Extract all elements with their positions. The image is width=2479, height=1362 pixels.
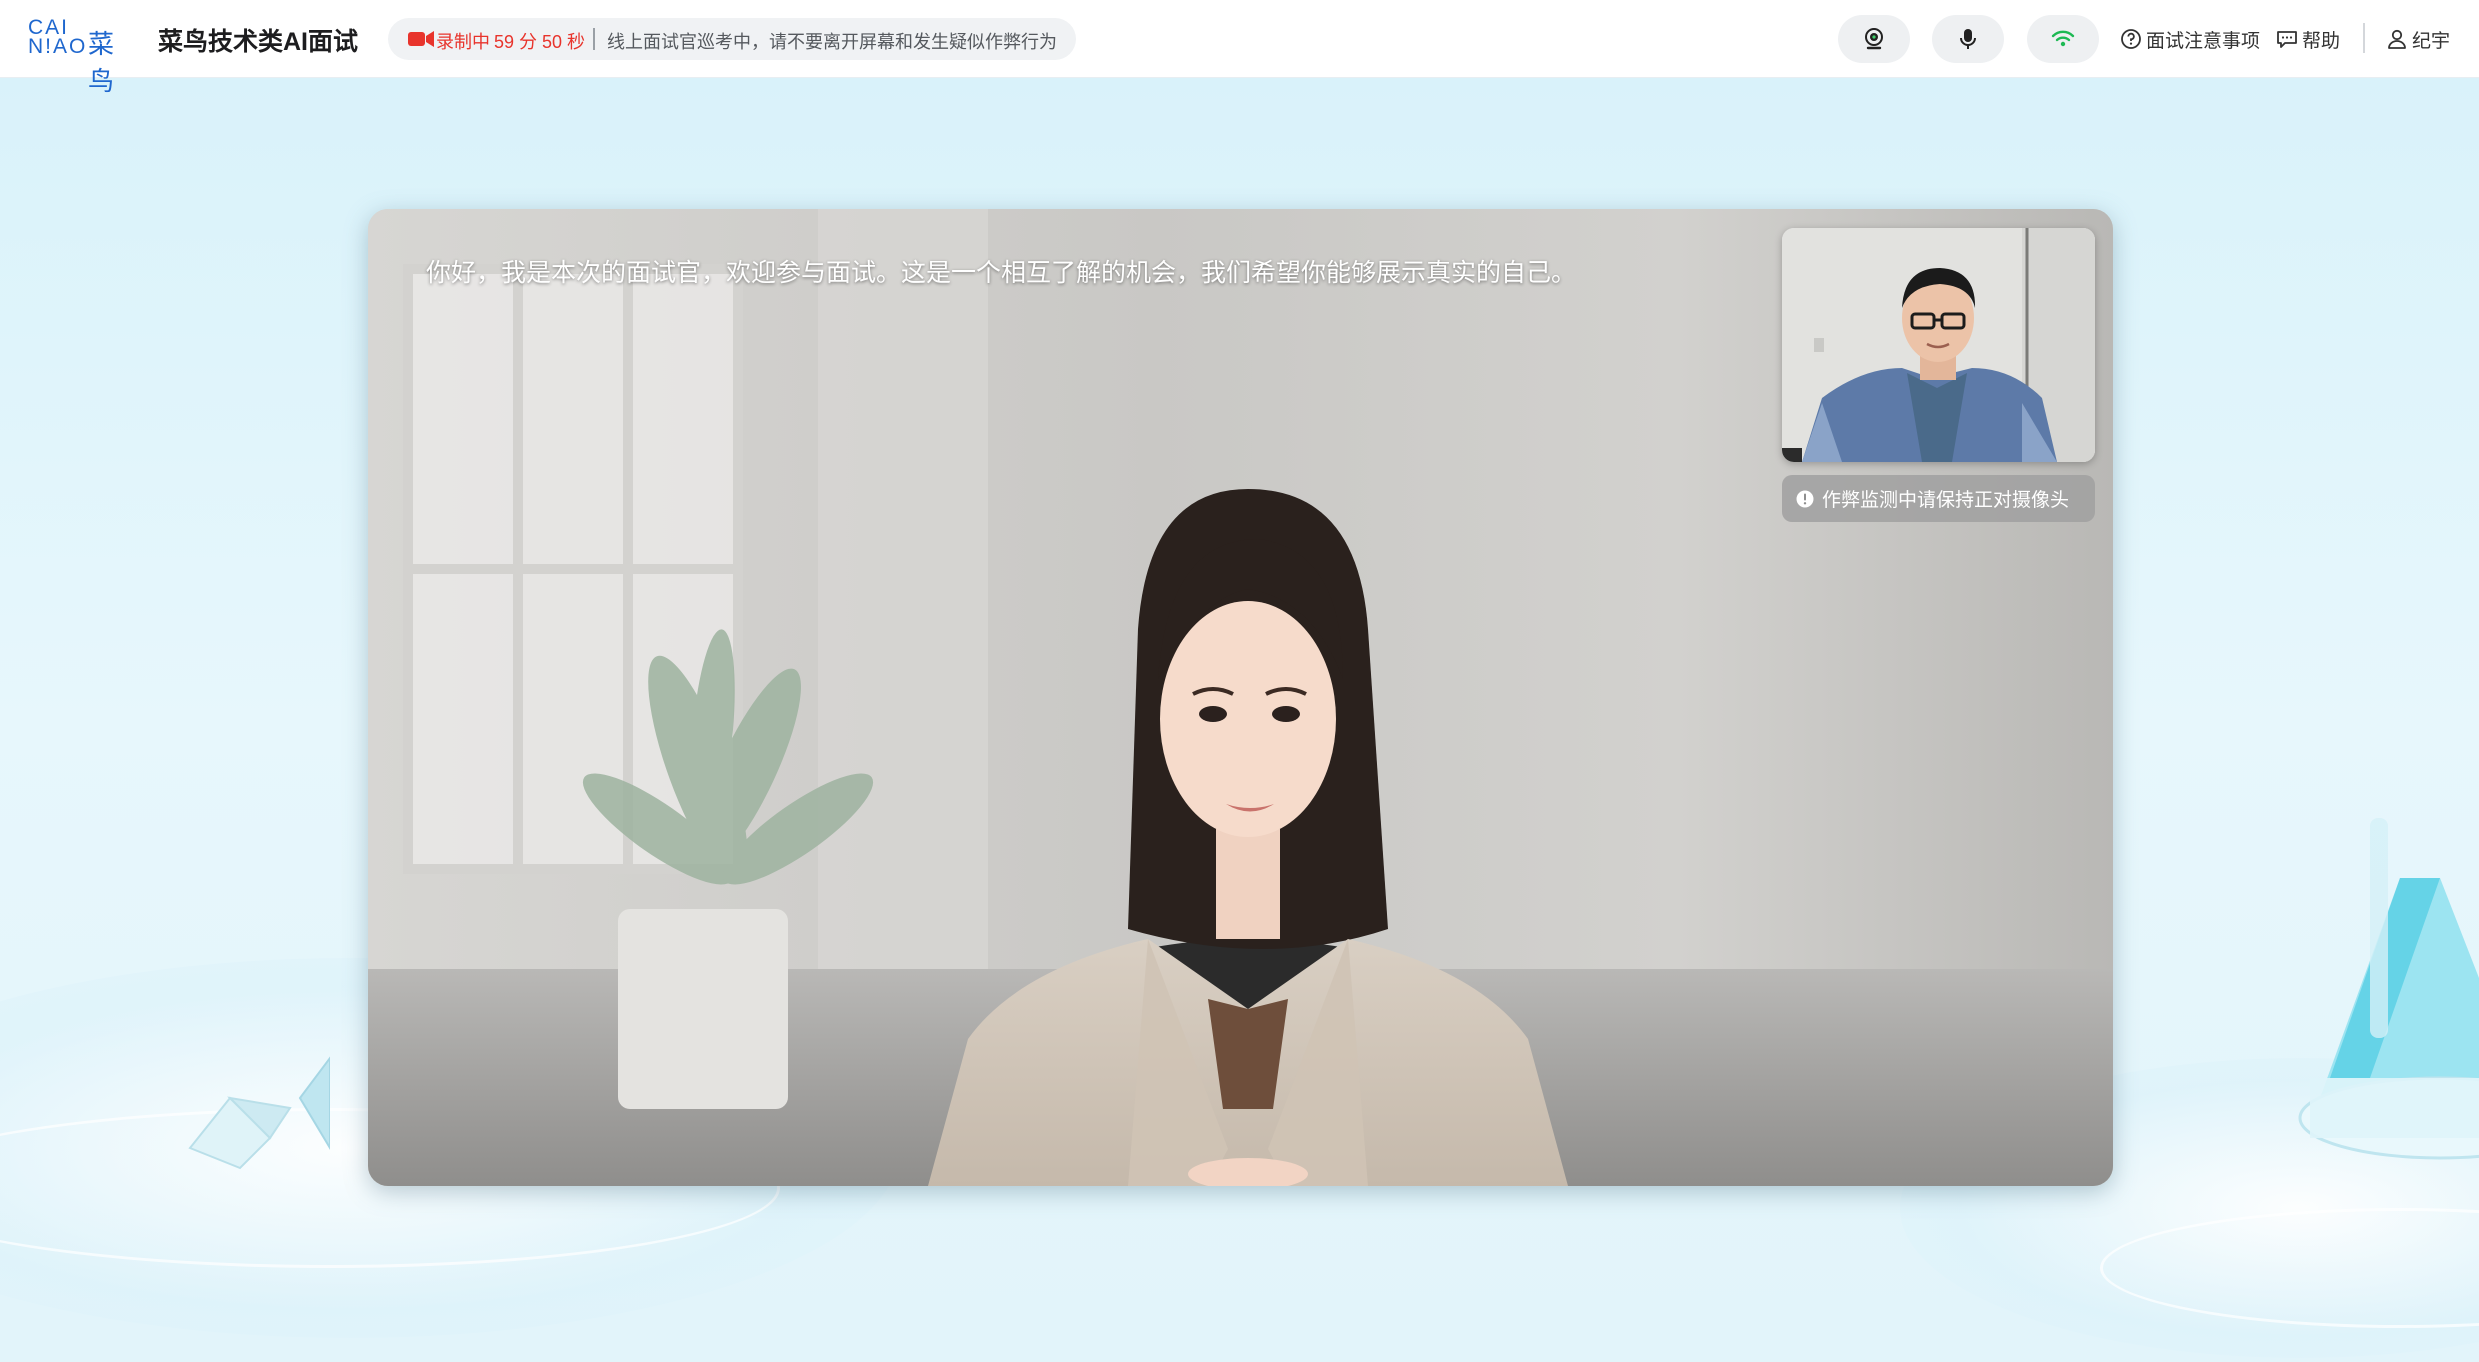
microphone-icon — [1960, 29, 1976, 49]
crystal-decor — [188, 1056, 330, 1170]
page-title: 菜鸟技术类AI面试 — [158, 28, 359, 56]
logo-chinese-text: 菜鸟 — [88, 29, 116, 96]
proctoring-notice: 线上面试官巡考中，请不要离开屏幕和发生疑似作弊行为 — [607, 32, 1057, 52]
recording-timer: 59 分 50 秒 — [494, 32, 586, 52]
video-camera-icon — [408, 31, 434, 47]
candidate-avatar — [1782, 228, 2095, 462]
microphone-toggle-button[interactable] — [1932, 15, 2004, 63]
cheat-monitor-text: 作弊监测中请保持正对摄像头 — [1822, 490, 2070, 511]
help-label: 帮助 — [2302, 30, 2341, 52]
camera-toggle-button[interactable] — [1838, 15, 1910, 63]
webcam-icon — [1865, 28, 1883, 50]
divider — [2363, 23, 2365, 53]
question-circle-icon — [2121, 29, 2141, 49]
chat-bubble-icon — [2277, 31, 2297, 48]
divider — [593, 28, 595, 50]
recording-status-bar: 录制中 59 分 50 秒 线上面试官巡考中，请不要离开屏幕和发生疑似作弊行为 — [388, 18, 1076, 60]
cheat-monitor-notice: 作弊监测中请保持正对摄像头 — [1782, 475, 2095, 522]
cainiao-logo[interactable]: CAI N!AO 菜鸟 — [28, 16, 140, 96]
info-circle-icon — [1796, 490, 1814, 507]
interviewer-video: 你好，我是本次的面试官，欢迎参与面试。这是一个相互了解的机会，我们希望你能够展示… — [368, 209, 2113, 1186]
wifi-icon — [2051, 30, 2075, 47]
user-name: 纪宇 — [2412, 30, 2451, 52]
interview-notice-link[interactable]: 面试注意事项 — [2120, 24, 2260, 54]
recording-label: 录制中 — [436, 32, 490, 52]
user-menu[interactable]: 纪宇 — [2386, 24, 2450, 54]
help-link[interactable]: 帮助 — [2276, 24, 2340, 54]
network-status-button[interactable] — [2027, 15, 2099, 63]
interview-notice-label: 面试注意事项 — [2146, 30, 2261, 52]
interviewer-subtitle: 你好，我是本次的面试官，欢迎参与面试。这是一个相互了解的机会，我们希望你能够展示… — [426, 259, 1577, 287]
user-icon — [2388, 29, 2406, 49]
brand-sculpture-decor — [2298, 818, 2479, 1160]
logo-latin-text: CAI N!AO — [28, 16, 88, 58]
top-bar: CAI N!AO 菜鸟 菜鸟技术类AI面试 录制中 59 分 50 秒 线上面试… — [0, 0, 2479, 96]
candidate-camera-preview — [1782, 228, 2095, 462]
